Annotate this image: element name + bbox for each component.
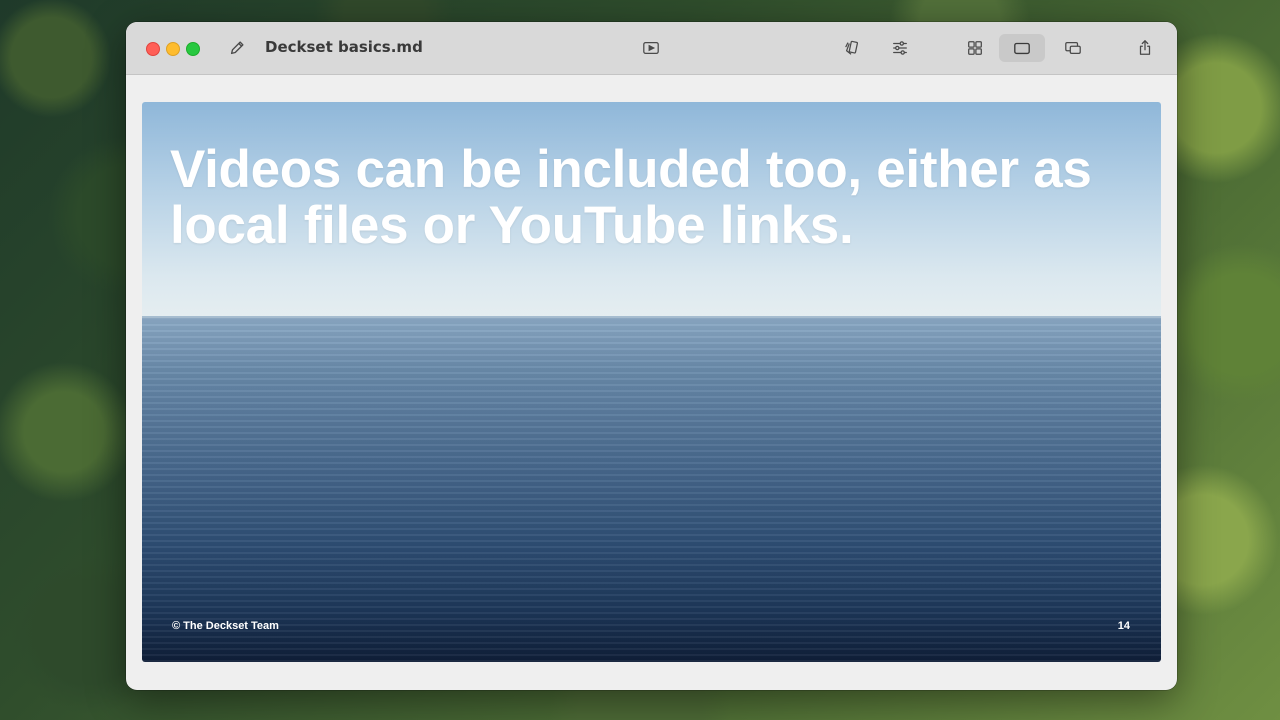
- slide-page-number: 14: [1117, 620, 1130, 632]
- grid-icon[interactable]: [963, 36, 987, 60]
- app-window: Deckset basics.md Videos can be included…: [126, 22, 1177, 690]
- title-bar: Deckset basics.md: [126, 22, 1177, 75]
- minimize-button[interactable]: [166, 42, 180, 56]
- document-title: Deckset basics.md: [265, 38, 423, 56]
- slide-footer: © The Deckset Team: [172, 620, 279, 632]
- share-icon[interactable]: [1133, 36, 1157, 60]
- sliders-icon[interactable]: [888, 36, 912, 60]
- pencil-icon[interactable]: [225, 36, 249, 60]
- ocean-background: [142, 318, 1161, 662]
- theme-icon[interactable]: [840, 36, 864, 60]
- single-slide-icon[interactable]: [1010, 36, 1034, 60]
- presenter-icon[interactable]: [1061, 36, 1085, 60]
- close-button[interactable]: [146, 42, 160, 56]
- play-icon[interactable]: [639, 36, 663, 60]
- slide-title: Videos can be included too, either as lo…: [170, 140, 1092, 255]
- maximize-button[interactable]: [186, 42, 200, 56]
- horizon-line: [142, 316, 1161, 320]
- slide-preview[interactable]: Videos can be included too, either as lo…: [142, 102, 1161, 662]
